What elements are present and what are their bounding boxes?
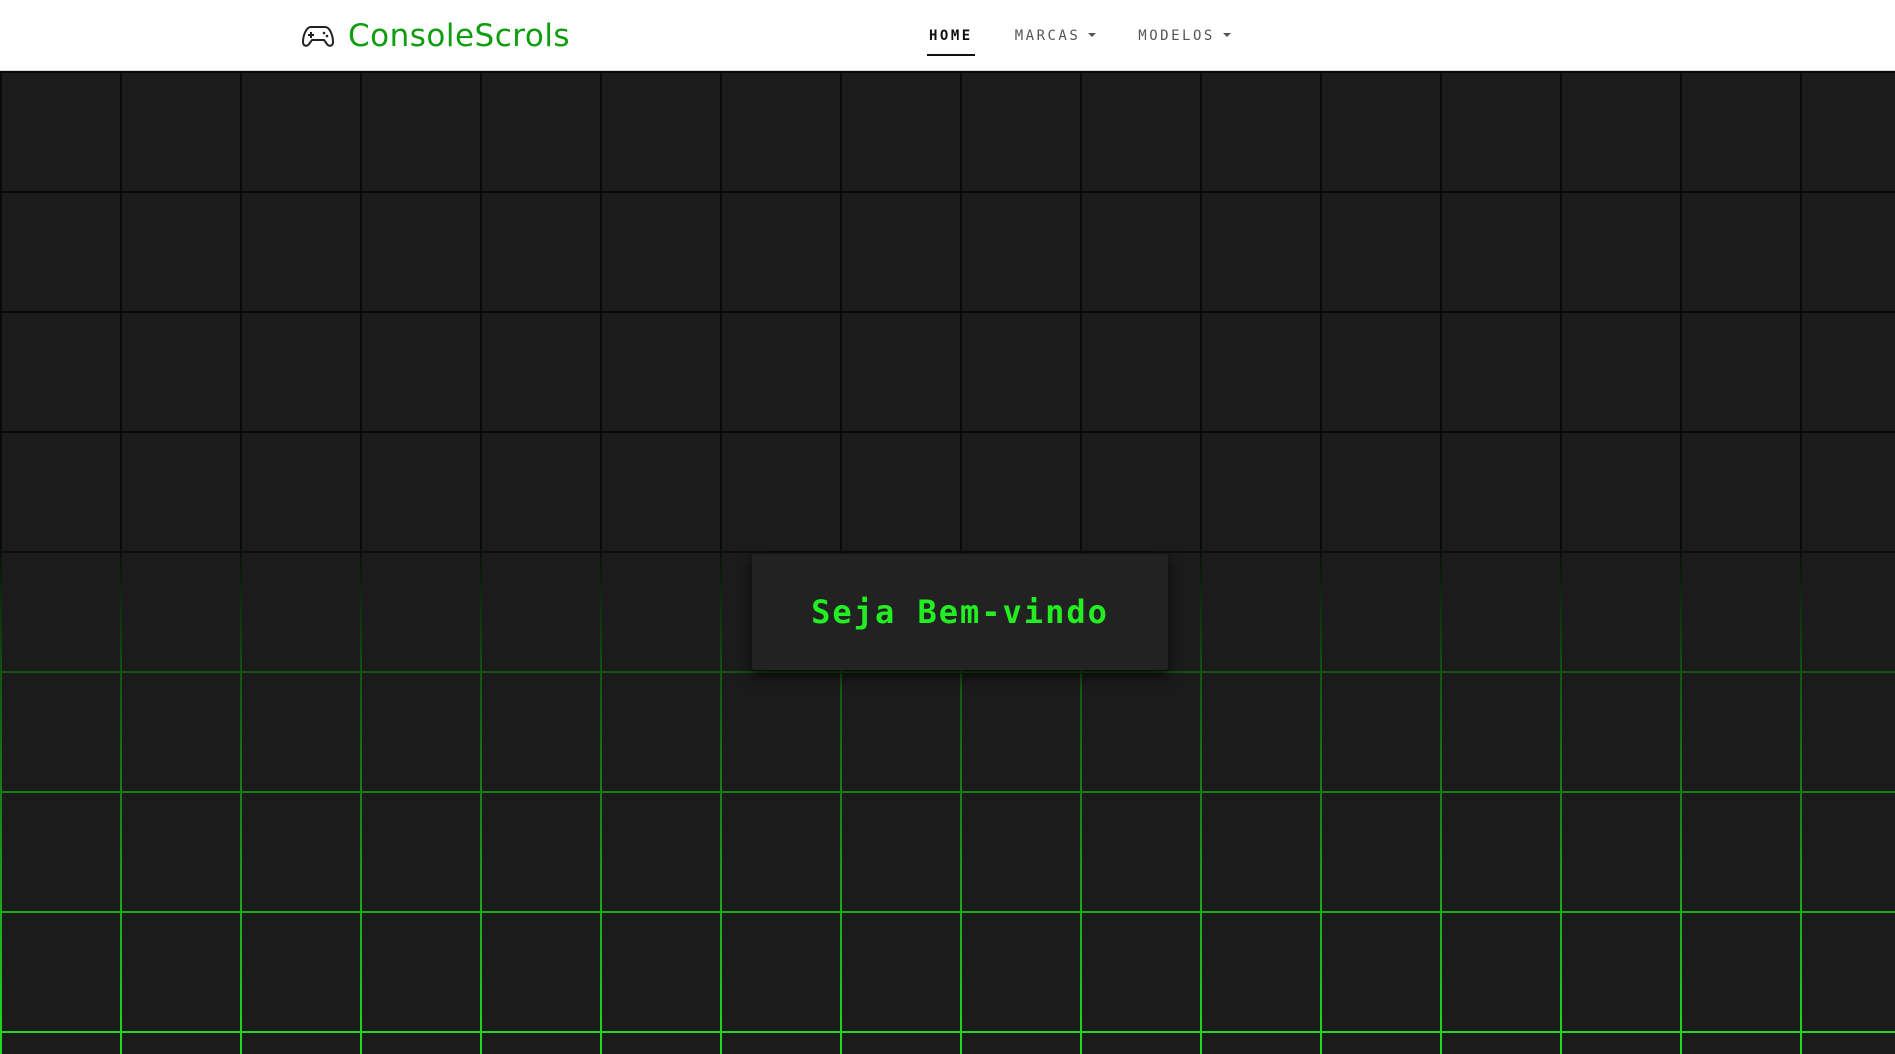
main-nav: HOME MARCAS MODELOS xyxy=(920,0,1240,71)
nav-item-label: MODELOS xyxy=(1138,27,1215,44)
caret-down-icon xyxy=(1222,32,1231,37)
nav-item-modelos[interactable]: MODELOS xyxy=(1129,0,1240,71)
welcome-heading: Seja Bem-vindo xyxy=(811,593,1109,631)
nav-item-label: HOME xyxy=(929,27,973,44)
top-navbar: ConsoleScrols HOME MARCAS MODELOS xyxy=(0,0,1895,71)
brand-name: ConsoleScrols xyxy=(348,18,571,54)
welcome-card: Seja Bem-vindo xyxy=(752,554,1168,670)
brand-link[interactable]: ConsoleScrols xyxy=(302,14,570,58)
nav-item-label: MARCAS xyxy=(1014,27,1081,44)
caret-down-icon xyxy=(1088,32,1097,37)
gamepad-icon xyxy=(302,26,334,47)
nav-item-home[interactable]: HOME xyxy=(920,0,982,71)
nav-item-marcas[interactable]: MARCAS xyxy=(1006,0,1106,71)
